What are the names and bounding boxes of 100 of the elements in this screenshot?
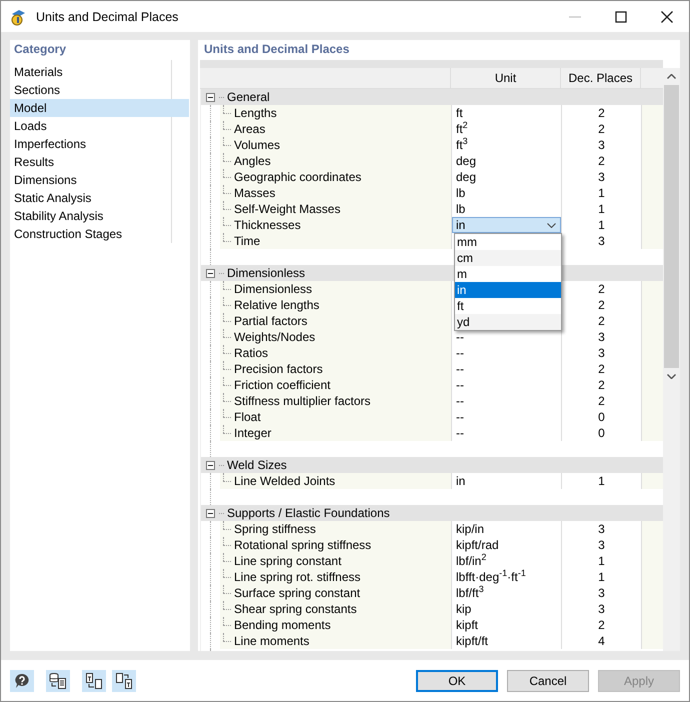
table-cell: 1 [598,202,605,216]
chevron-down-icon [547,222,556,228]
table-cell: 3 [598,234,605,248]
table-cell [641,633,663,649]
table-cell: 2 [598,394,605,408]
table-cell: Self-Weight Masses [220,201,340,217]
table-cell: Float [220,409,261,425]
dropdown-option[interactable]: m [455,266,561,282]
document-import-button[interactable] [112,670,136,692]
help-button[interactable] [10,670,34,692]
table-cell [641,233,663,249]
table-cell: 2 [598,298,605,312]
close-icon[interactable] [661,10,673,22]
table-cell: 2 [598,378,605,392]
table-cell: ft$^{3}$ [456,138,468,152]
table-cell: -- [456,346,464,360]
table-cell: 3 [598,602,605,616]
table-cell: 3 [598,538,605,552]
table-cell: ft [456,106,463,120]
collapse-icon[interactable] [206,460,215,470]
dropdown-option[interactable]: cm [455,250,561,266]
table-cell: Line Welded Joints [220,473,336,489]
dialog-button[interactable]: Cancel [507,670,589,692]
table-cell: 2 [598,362,605,376]
table-cell: ft$^{2}$ [456,122,468,136]
table-cell: Volumes [220,137,280,153]
dropdown-option[interactable]: ft [455,298,561,314]
category-item[interactable]: Stability Analysis [10,207,189,225]
scroll-thumb[interactable] [664,85,679,368]
table-cell: kip/in [456,522,484,536]
dropdown-option[interactable]: yd [455,314,561,330]
table-cell: Friction coefficient [220,377,330,393]
table-cell: Rotational spring stiffness [220,537,372,553]
category-item[interactable]: Dimensions [10,171,189,189]
table-cell: 0 [598,410,605,424]
database-document-button[interactable] [46,670,70,692]
table-cell: 2 [598,106,605,120]
category-item[interactable]: Construction Stages [10,225,189,243]
table-cell: -- [456,330,464,344]
table-cell: 2 [598,282,605,296]
category-item[interactable]: Imperfections [10,135,189,153]
window-title: Units and Decimal Places [36,10,178,24]
dialog-button[interactable]: OK [416,670,498,692]
scrollbar[interactable] [663,68,680,651]
category-item[interactable]: Loads [10,117,189,135]
table-cell: 3 [598,586,605,600]
documents-icon [85,672,103,690]
category-item[interactable]: Model [10,99,189,117]
category-item[interactable]: Static Analysis [10,189,189,207]
group-label: Weld Sizes [219,458,287,472]
table-cell: Weights/Nodes [220,329,316,345]
help-icon [14,672,30,688]
table-cell: Thicknesses [220,217,301,233]
category-item[interactable]: Results [10,153,189,171]
table-cell: Masses [220,185,276,201]
table-cell: 0 [598,426,605,440]
table-cell: Geographic coordinates [220,169,362,185]
table-cell: 1 [598,474,605,488]
table-cell: Surface spring constant [220,585,360,601]
table-cell: Ratios [220,345,268,361]
table-cell: 2 [598,618,605,632]
collapse-icon[interactable] [206,508,215,518]
dropdown-option[interactable]: mm [455,234,561,250]
table-cell: Bending moments [220,617,331,633]
category-item[interactable]: Sections [10,81,189,99]
table-cell: -- [456,362,464,376]
collapse-icon[interactable] [206,92,215,102]
table-cell: Areas [220,121,266,137]
table-cell: 2 [598,314,605,328]
group-label: General [219,90,270,104]
table-cell: lbf/ft$^{3}$ [456,586,484,600]
table-cell: Line spring rot. stiffness [220,569,361,585]
unit-dropdown[interactable]: in [452,217,561,233]
documents-icon [115,672,133,690]
maximize-icon[interactable] [615,10,627,22]
column-header: Unit [450,68,560,88]
table-cell: 3 [598,330,605,344]
category-item[interactable]: Materials [10,63,189,81]
table-cell: -- [456,394,464,408]
scroll-down-icon[interactable] [667,374,676,379]
table-cell: kipft/rad [456,538,499,552]
scroll-up-icon[interactable] [667,74,676,79]
table-cell: kipft [456,618,478,632]
table-cell: lb [456,202,466,216]
collapse-icon[interactable] [206,268,215,278]
table-cell: deg [456,170,476,184]
table-cell: 3 [598,138,605,152]
table-cell: lbfft·deg$^{-1}$·ft$^{-1}$ [456,570,526,584]
table-cell: 1 [598,554,605,568]
dropdown-option[interactable]: in [455,282,561,298]
table-cell: deg [456,154,476,168]
table-cell: Stiffness multiplier factors [220,393,370,409]
table-cell: 1 [598,186,605,200]
table-cell: 1 [598,570,605,584]
group-label: Dimensionless [219,266,306,280]
table-cell: Lengths [220,105,277,121]
table-cell: -- [456,378,464,392]
table-cell: 3 [598,170,605,184]
table-cell: Line moments [220,633,310,649]
document-export-button[interactable] [82,670,106,692]
